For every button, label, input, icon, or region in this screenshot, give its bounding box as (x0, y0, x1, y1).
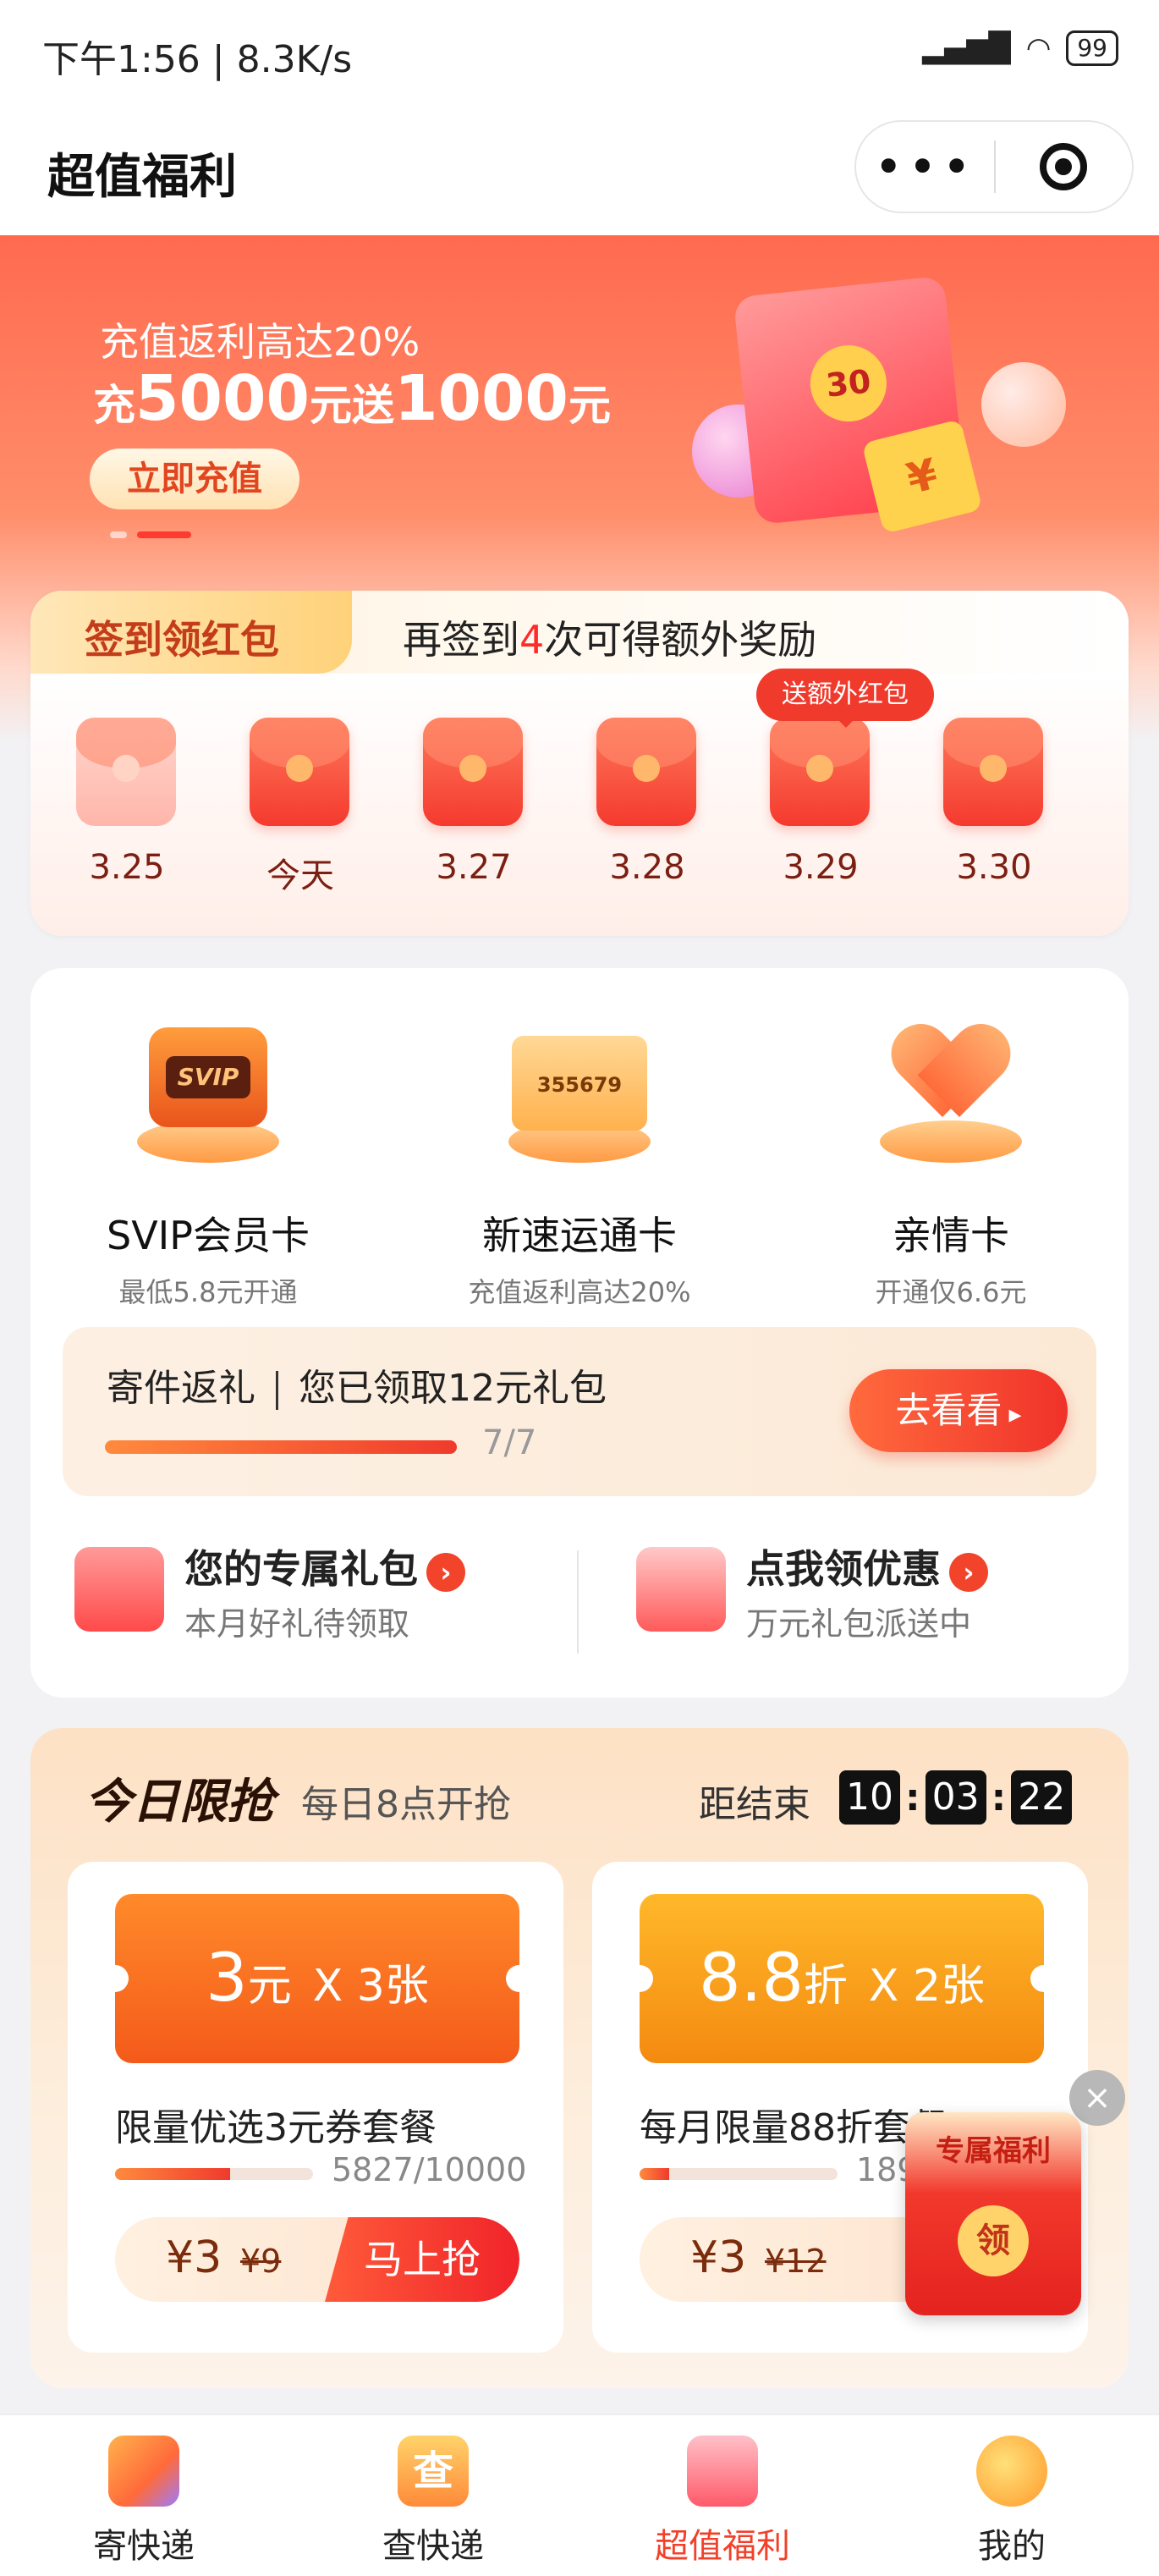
deal-sold-count: 5827/10000 (332, 2151, 527, 2188)
promo-title: 您的专属礼包 › (184, 1538, 465, 1594)
wifi-icon: ◠ (1025, 31, 1052, 65)
battery-icon: 99 (1066, 30, 1118, 66)
service-name: SVIP会员卡 (107, 1213, 310, 1258)
red-packet-icon (76, 718, 176, 826)
red-packet-icon (943, 718, 1043, 826)
envelope-card-icon: 355679 (495, 1010, 664, 1180)
deal-name: 限量优选3元券套餐 (115, 2106, 437, 2149)
go-see-button[interactable]: 去看看 (849, 1369, 1068, 1452)
countdown-label: 距结束 (699, 1783, 810, 1826)
gift-progress-bar (105, 1440, 457, 1454)
bubble-decoration (981, 362, 1066, 447)
page-title: 超值福利 (47, 150, 237, 205)
promo-desc: 本月好礼待领取 (184, 1605, 410, 1643)
status-icons: ▂▄▆█ ◠ 99 (922, 30, 1118, 66)
service-svip[interactable]: SVIP SVIP会员卡 最低5.8元开通 (47, 1010, 369, 1310)
status-bar: 下午1:56 | 8.3K/s ▂▄▆█ ◠ 99 (0, 0, 1159, 102)
envelope-badge: 30 (806, 341, 891, 426)
chevron-right-icon: › (949, 1552, 988, 1592)
target-icon[interactable] (996, 143, 1132, 190)
signin-tab: 签到领红包 (30, 591, 352, 674)
red-packet-icon (770, 718, 870, 826)
tab-welfare[interactable]: 超值福利 (638, 2436, 807, 2568)
deal-buy-row[interactable]: ¥3 ¥9 马上抢 (115, 2217, 519, 2302)
coupon-icon (636, 1547, 726, 1632)
deal-original-price: ¥12 (765, 2243, 827, 2280)
grab-now-button[interactable]: 马上抢 (325, 2217, 519, 2302)
promo-desc: 万元礼包派送中 (746, 1605, 972, 1643)
service-desc: 最低5.8元开通 (118, 1276, 298, 1308)
close-icon[interactable]: × (1069, 2070, 1125, 2126)
countdown-timer: 10: 03: 22 (839, 1770, 1073, 1825)
services-card: SVIP SVIP会员卡 最低5.8元开通 355679 新速运通卡 充值返利高… (30, 968, 1129, 1698)
gift-box-icon (74, 1547, 164, 1632)
flash-sale-title: 今日限抢 (85, 1775, 274, 1830)
status-time: 下午1:56 | 8.3K/s (42, 38, 353, 81)
deal-card[interactable]: 3元 X 3张 限量优选3元券套餐 5827/10000 ¥3 ¥9 马上抢 (68, 1862, 563, 2353)
extra-reward-tag: 送额外红包 (756, 669, 934, 728)
banner-headline: 充5000元送1000元 (93, 362, 611, 435)
signin-message: 再签到4次可得额外奖励 (403, 617, 817, 663)
track-package-icon: 查 (398, 2436, 469, 2507)
profile-icon (976, 2436, 1047, 2507)
title-bar: 超值福利 ••• (0, 102, 1159, 235)
signal-icon: ▂▄▆█ (922, 31, 1011, 65)
gift-bar-title: 寄件返礼 您已领取12元礼包 (107, 1367, 607, 1410)
signin-day[interactable]: 3.27 (423, 718, 525, 887)
promo-title: 点我领优惠 › (746, 1538, 988, 1594)
recharge-now-button[interactable]: 立即充值 (90, 449, 299, 509)
service-desc: 开通仅6.6元 (875, 1276, 1027, 1308)
deal-ticket: 3元 X 3张 (102, 1894, 533, 2063)
service-name: 亲情卡 (893, 1213, 1009, 1258)
service-desc: 充值返利高达20% (468, 1276, 691, 1308)
deal-price: ¥3 (690, 2232, 747, 2283)
carousel-indicator (110, 531, 191, 538)
tab-track-package[interactable]: 查 查快递 (349, 2436, 518, 2568)
deal-price: ¥3 (166, 2232, 222, 2283)
red-packet-icon (250, 718, 349, 826)
shipping-gift-bar: 寄件返礼 您已领取12元礼包 7/7 去看看 (63, 1327, 1096, 1496)
flash-sale-subtitle: 每日8点开抢 (301, 1783, 511, 1826)
chevron-right-icon: › (426, 1552, 465, 1592)
signin-day[interactable]: 今天 (250, 718, 351, 897)
deal-original-price: ¥9 (240, 2243, 282, 2280)
claim-coin-icon: 领 (958, 2205, 1029, 2276)
heart-icon (866, 1010, 1035, 1180)
service-express-card[interactable]: 355679 新速运通卡 充值返利高达20% (419, 1010, 740, 1310)
signin-card: 签到领红包 再签到4次可得额外奖励 3.25 今天 3.27 3.28 3.29… (30, 591, 1129, 936)
red-packet-icon (596, 718, 696, 826)
banner-subtitle: 充值返利高达20% (100, 319, 420, 365)
svip-card-icon: SVIP (124, 1010, 293, 1180)
deal-name: 每月限量88折套餐 (640, 2106, 948, 2149)
gift-progress-count: 7/7 (482, 1423, 537, 1462)
deal-sold-bar (640, 2168, 838, 2180)
widget-label: 专属福利 (936, 2134, 1051, 2168)
signin-day[interactable]: 3.29 (770, 718, 871, 887)
mini-program-capsule: ••• (854, 120, 1134, 213)
bottom-tab-bar: 寄快递 查 查快递 超值福利 我的 (0, 2414, 1159, 2576)
signin-day[interactable]: 3.25 (76, 718, 178, 887)
deal-ticket: 8.8折 X 2张 (626, 1894, 1057, 2063)
signin-day[interactable]: 3.30 (943, 718, 1045, 887)
signin-day[interactable]: 3.28 (596, 718, 698, 887)
deal-sold-bar (115, 2168, 313, 2180)
gift-icon (687, 2436, 758, 2507)
tab-send-package[interactable]: 寄快递 (59, 2436, 228, 2568)
service-family-card[interactable]: 亲情卡 开通仅6.6元 (790, 1010, 1112, 1310)
red-packet-icon (423, 718, 523, 826)
more-dots-icon[interactable]: ••• (856, 141, 994, 192)
service-name: 新速运通卡 (482, 1213, 677, 1258)
exclusive-welfare-widget[interactable]: 专属福利 领 (905, 2112, 1081, 2315)
send-package-icon (108, 2436, 179, 2507)
promo-divider (577, 1550, 579, 1654)
tab-profile[interactable]: 我的 (927, 2436, 1096, 2568)
